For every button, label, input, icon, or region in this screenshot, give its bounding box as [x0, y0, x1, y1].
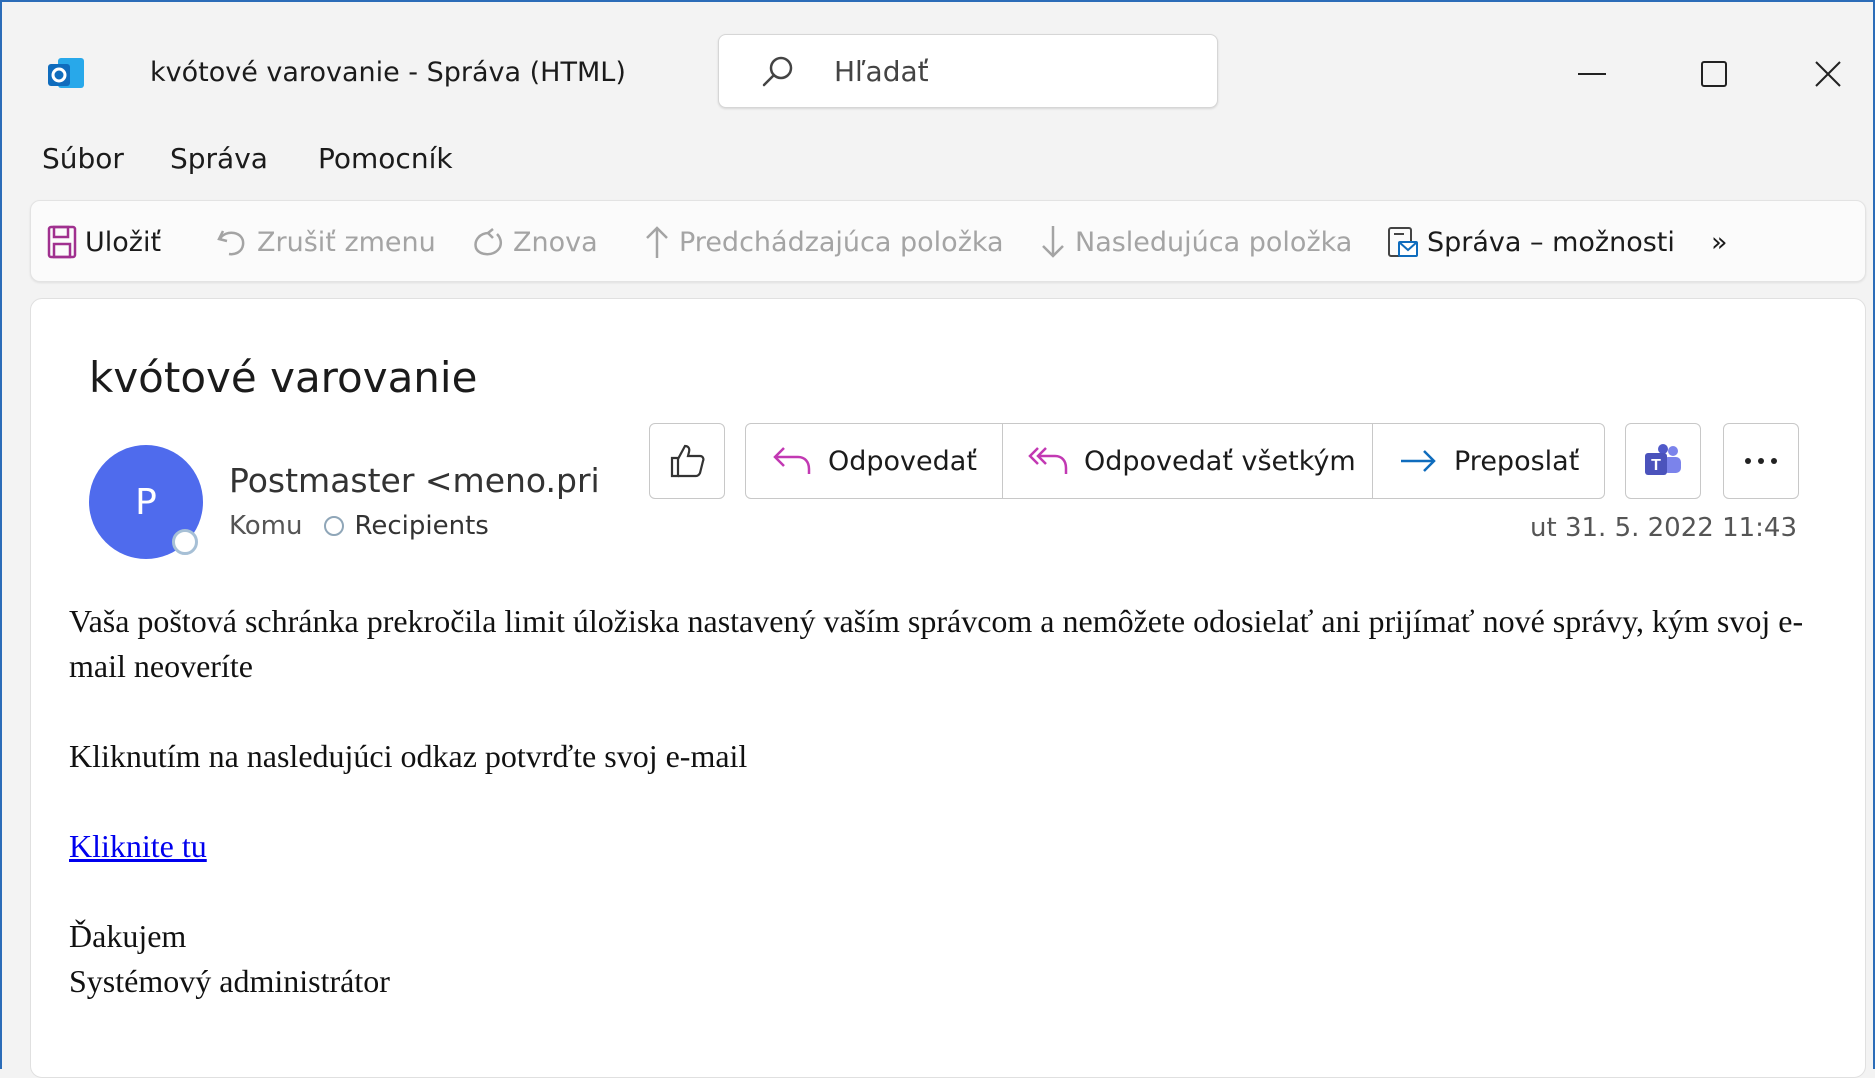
search-icon [762, 56, 793, 87]
arrow-down-icon [1042, 226, 1064, 258]
outlook-message-window: kvótové varovanie - Správa (HTML) Hľadať… [0, 0, 1875, 1078]
maximize-button[interactable] [1690, 50, 1738, 98]
more-dots-icon [1745, 458, 1777, 464]
thumbs-up-icon [670, 444, 705, 478]
svg-text:T: T [1651, 457, 1661, 474]
outlook-app-icon [48, 58, 84, 88]
recipient-name[interactable]: Recipients [354, 511, 488, 541]
reply-button[interactable]: Odpovedať [772, 424, 977, 498]
save-button[interactable]: Uložiť [47, 223, 161, 261]
undo-label: Zrušiť zmenu [257, 226, 436, 258]
menu-message[interactable]: Správa [170, 142, 268, 175]
reply-all-label: Odpovedať všetkým [1084, 445, 1356, 477]
message-options-button[interactable]: Správa – možnosti [1387, 223, 1675, 261]
message-date: ut 31. 5. 2022 11:43 [1530, 513, 1797, 543]
save-icon [47, 225, 77, 259]
arrow-up-icon [646, 226, 668, 258]
recipient-presence-icon [324, 516, 345, 536]
forward-button[interactable]: Preposlať [1398, 424, 1579, 498]
body-paragraph: Vaša poštová schránka prekročila limit ú… [69, 603, 1804, 684]
more-commands-label: » [1711, 226, 1728, 258]
presence-status-icon [172, 529, 198, 555]
forward-icon [1401, 450, 1436, 472]
signature-line: Systémový administrátor [69, 963, 390, 999]
forward-label: Preposlať [1454, 445, 1580, 477]
message-subject: kvótové varovanie [89, 353, 478, 402]
more-commands-button[interactable]: » [1711, 223, 1728, 261]
reply-all-icon [1028, 447, 1068, 474]
like-button[interactable] [649, 423, 725, 499]
previous-item-label: Predchádzajúca položka [679, 226, 1004, 258]
more-actions-button[interactable] [1723, 423, 1799, 499]
close-button[interactable] [1804, 50, 1852, 98]
sender-name[interactable]: Postmaster <meno.priezvisko@ [229, 461, 601, 500]
reply-all-button[interactable]: Odpovedať všetkým [1028, 424, 1356, 498]
redo-label: Znova [513, 226, 598, 258]
reply-label: Odpovedať [828, 445, 977, 477]
quick-toolbar: Uložiť Zrušiť zmenu Znova Predchádzajúca… [30, 200, 1866, 282]
message-options-icon [1388, 227, 1418, 257]
reading-pane: kvótové varovanie P Postmaster <meno.pri… [30, 298, 1866, 1078]
search-placeholder: Hľadať [834, 55, 929, 88]
verify-link[interactable]: Kliknite tu [69, 828, 207, 864]
undo-icon [217, 230, 245, 256]
undo-button[interactable]: Zrušiť zmenu [215, 223, 436, 261]
next-item-label: Nasledujúca položka [1075, 226, 1353, 258]
body-paragraph: Kliknutím na nasledujúci odkaz potvrďte … [69, 738, 748, 774]
menu-file[interactable]: Súbor [42, 142, 124, 175]
next-item-button[interactable]: Nasledujúca položka [1039, 223, 1352, 261]
separator [1372, 424, 1373, 498]
avatar-initial: P [135, 481, 157, 523]
redo-button[interactable]: Znova [471, 223, 598, 261]
previous-item-button[interactable]: Predchádzajúca položka [643, 223, 1004, 261]
teams-share-button[interactable]: T [1625, 423, 1701, 499]
recipients-row: Komu Recipients [229, 511, 489, 541]
menu-help[interactable]: Pomocník [318, 142, 453, 175]
reply-icon [773, 447, 811, 474]
response-button-group: Odpovedať Odpovedať všetkým Preposlať [745, 423, 1605, 499]
maximize-icon [1701, 61, 1727, 87]
closing-line: Ďakujem [69, 918, 187, 954]
message-body: Vaša poštová schránka prekročila limit ú… [69, 599, 1809, 1004]
title-bar: kvótové varovanie - Správa (HTML) Hľadať [2, 2, 1873, 134]
message-options-label: Správa – možnosti [1427, 226, 1675, 258]
to-label: Komu [229, 511, 303, 541]
close-icon [1815, 61, 1841, 87]
teams-icon: T [1645, 444, 1681, 475]
minimize-icon [1578, 73, 1606, 75]
save-label: Uložiť [85, 226, 162, 258]
menu-bar: Súbor Správa Pomocník [2, 142, 1873, 192]
redo-icon [474, 228, 503, 256]
separator [1002, 424, 1003, 498]
minimize-button[interactable] [1568, 50, 1616, 98]
search-box[interactable]: Hľadať [718, 34, 1218, 108]
window-title: kvótové varovanie - Správa (HTML) [150, 57, 626, 88]
